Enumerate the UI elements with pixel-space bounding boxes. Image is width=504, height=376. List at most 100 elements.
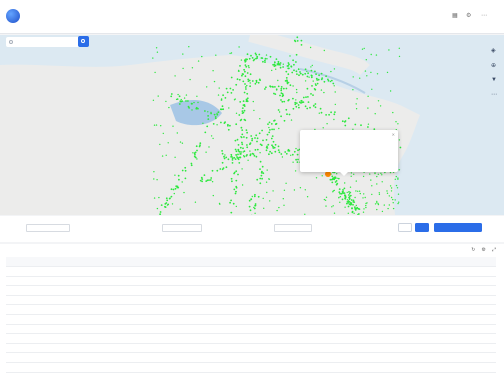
- company-marker[interactable]: [359, 77, 361, 79]
- company-marker[interactable]: [335, 183, 338, 186]
- company-marker[interactable]: [250, 54, 252, 57]
- company-marker[interactable]: [286, 81, 289, 84]
- company-marker[interactable]: [152, 57, 154, 59]
- company-marker[interactable]: [349, 192, 351, 195]
- company-marker[interactable]: [207, 118, 210, 120]
- company-marker[interactable]: [397, 123, 399, 125]
- company-marker[interactable]: [271, 135, 274, 137]
- company-marker[interactable]: [206, 125, 209, 128]
- table-row[interactable]: [6, 352, 496, 364]
- company-marker[interactable]: [332, 191, 334, 193]
- company-marker[interactable]: [266, 169, 268, 171]
- company-marker[interactable]: [220, 98, 223, 100]
- company-marker[interactable]: [191, 109, 193, 111]
- company-marker[interactable]: [209, 179, 212, 181]
- company-marker[interactable]: [251, 139, 254, 142]
- company-marker[interactable]: [264, 61, 266, 63]
- company-marker[interactable]: [230, 92, 233, 94]
- company-marker[interactable]: [158, 196, 160, 199]
- map-search-button[interactable]: [78, 36, 89, 47]
- company-marker[interactable]: [304, 68, 307, 71]
- company-marker[interactable]: [276, 63, 279, 65]
- company-marker[interactable]: [241, 129, 244, 131]
- company-marker[interactable]: [236, 78, 239, 81]
- column-header[interactable]: [203, 257, 223, 268]
- filter-input-2[interactable]: [162, 224, 202, 232]
- company-marker[interactable]: [241, 73, 244, 75]
- company-marker[interactable]: [258, 132, 261, 135]
- company-marker[interactable]: [332, 82, 335, 85]
- company-marker[interactable]: [162, 132, 164, 135]
- company-marker[interactable]: [273, 128, 275, 131]
- company-marker[interactable]: [270, 152, 273, 155]
- company-marker[interactable]: [181, 169, 184, 172]
- company-marker[interactable]: [259, 177, 262, 180]
- company-marker[interactable]: [196, 149, 198, 152]
- company-marker[interactable]: [229, 87, 232, 90]
- company-marker[interactable]: [374, 172, 376, 175]
- company-marker[interactable]: [262, 60, 264, 63]
- company-marker[interactable]: [344, 124, 347, 127]
- company-marker[interactable]: [178, 178, 180, 181]
- company-marker[interactable]: [268, 153, 270, 156]
- company-marker[interactable]: [352, 89, 354, 91]
- company-marker[interactable]: [277, 79, 279, 82]
- company-marker[interactable]: [347, 212, 349, 214]
- company-marker[interactable]: [170, 93, 173, 95]
- company-marker[interactable]: [244, 83, 246, 85]
- company-marker[interactable]: [212, 70, 214, 72]
- company-marker[interactable]: [239, 146, 242, 149]
- company-marker[interactable]: [333, 85, 335, 87]
- company-marker[interactable]: [155, 124, 158, 126]
- company-marker[interactable]: [245, 129, 248, 131]
- company-marker[interactable]: [325, 205, 327, 207]
- table-row[interactable]: [6, 324, 496, 335]
- company-marker[interactable]: [316, 79, 319, 81]
- company-marker[interactable]: [257, 195, 260, 198]
- company-marker[interactable]: [357, 190, 359, 192]
- company-marker[interactable]: [271, 69, 273, 72]
- company-marker[interactable]: [218, 202, 221, 205]
- company-marker[interactable]: [238, 114, 241, 116]
- company-marker[interactable]: [243, 136, 245, 138]
- company-name-link[interactable]: [6, 352, 53, 364]
- company-marker[interactable]: [269, 200, 271, 202]
- company-marker[interactable]: [236, 156, 238, 158]
- company-marker[interactable]: [279, 62, 282, 64]
- company-marker[interactable]: [269, 129, 271, 131]
- company-marker[interactable]: [168, 106, 170, 109]
- company-marker[interactable]: [379, 105, 382, 107]
- company-marker[interactable]: [362, 197, 364, 199]
- company-marker[interactable]: [334, 91, 336, 93]
- company-marker[interactable]: [390, 187, 393, 189]
- company-marker[interactable]: [230, 153, 233, 156]
- company-marker[interactable]: [333, 171, 335, 174]
- company-marker[interactable]: [346, 202, 348, 205]
- company-marker[interactable]: [245, 136, 248, 139]
- company-marker[interactable]: [268, 131, 271, 134]
- company-marker[interactable]: [259, 182, 262, 185]
- company-marker[interactable]: [376, 208, 378, 211]
- company-marker[interactable]: [235, 123, 238, 126]
- company-marker[interactable]: [323, 49, 325, 52]
- company-marker[interactable]: [196, 95, 198, 97]
- company-name-link[interactable]: [6, 324, 53, 335]
- company-marker[interactable]: [251, 57, 254, 59]
- company-marker[interactable]: [288, 67, 290, 70]
- company-marker[interactable]: [279, 66, 282, 69]
- company-marker[interactable]: [214, 117, 217, 120]
- company-marker[interactable]: [237, 173, 239, 176]
- company-marker[interactable]: [310, 76, 313, 79]
- company-marker[interactable]: [170, 188, 173, 191]
- company-marker[interactable]: [295, 53, 298, 56]
- company-marker[interactable]: [241, 107, 244, 109]
- company-marker[interactable]: [389, 171, 392, 174]
- company-marker[interactable]: [397, 202, 399, 205]
- table-row[interactable]: [6, 314, 496, 325]
- company-marker[interactable]: [287, 99, 290, 102]
- company-marker[interactable]: [328, 113, 330, 116]
- fullscreen-icon[interactable]: ⤢: [492, 247, 496, 253]
- company-marker[interactable]: [302, 101, 305, 103]
- company-marker[interactable]: [222, 108, 225, 111]
- company-marker[interactable]: [285, 70, 288, 73]
